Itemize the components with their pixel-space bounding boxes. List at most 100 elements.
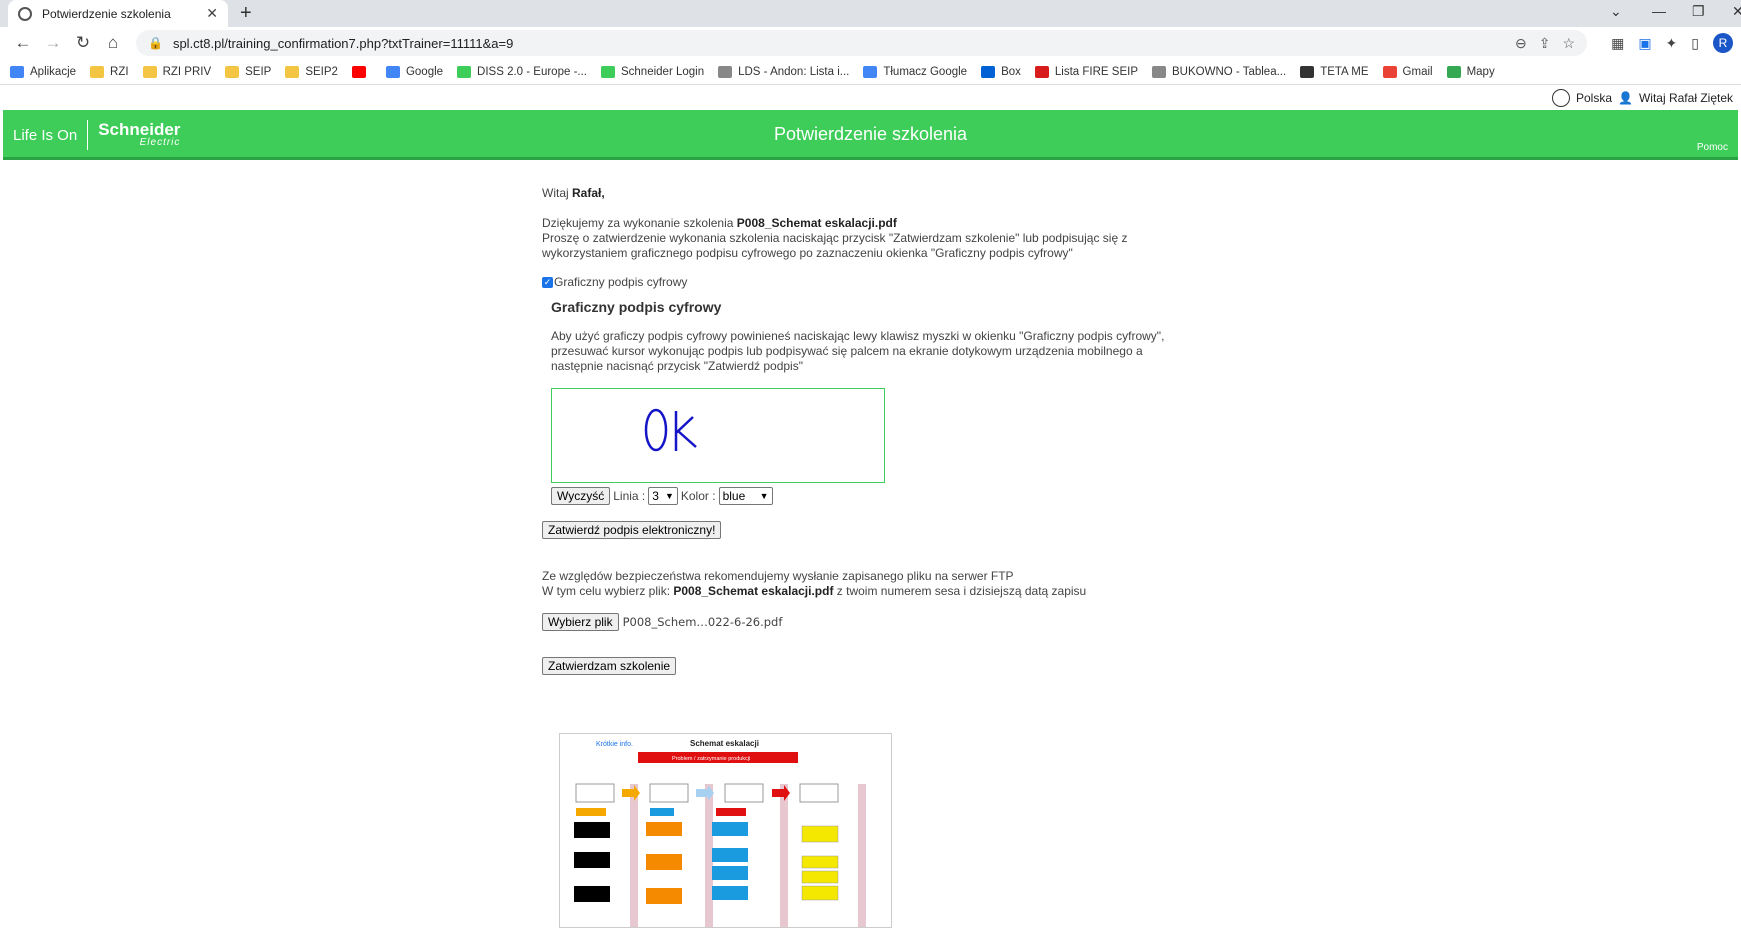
file-picker: Wybierz plik P008_Schem…022-6-26.pdf: [542, 613, 1182, 631]
chevron-down-icon[interactable]: ⌄: [1610, 3, 1622, 20]
digital-signature-checkbox[interactable]: ✓: [542, 276, 553, 288]
clear-button[interactable]: Wyczyść: [551, 487, 611, 505]
bookmark-icon: [457, 65, 472, 78]
bookmark-item[interactable]: Schneider Login: [600, 65, 704, 78]
sidepanel-icon[interactable]: ▯: [1691, 35, 1699, 52]
extension-icon[interactable]: ▦: [1611, 35, 1624, 52]
bookmark-item[interactable]: SEIP2: [285, 65, 338, 78]
window-close-button[interactable]: ✕: [1732, 3, 1741, 20]
preview-box: [650, 808, 674, 816]
bookmark-icon: [1034, 65, 1049, 78]
bookmark-icon: [285, 65, 300, 78]
bookmark-item[interactable]: LDS - Andon: Lista i...: [718, 65, 849, 78]
bookmark-item[interactable]: BUKOWNO - Tablea...: [1152, 65, 1287, 78]
line-label: Linia :: [613, 489, 646, 503]
globe-icon[interactable]: [1551, 88, 1570, 107]
color-select[interactable]: blue ▼: [718, 487, 773, 505]
help-link[interactable]: Pomoc: [1697, 142, 1728, 153]
preview-title: Schemat eskalacji: [690, 739, 759, 748]
bookmark-item[interactable]: Box: [981, 65, 1021, 78]
preview-box: [801, 870, 839, 884]
preview-box: [646, 888, 682, 904]
confirm-training-button[interactable]: Zatwierdzam szkolenie: [542, 657, 677, 675]
preview-column: [858, 784, 866, 927]
bookmark-item[interactable]: TETA ME: [1300, 65, 1369, 78]
preview-box: [799, 783, 839, 803]
bookmark-label: Mapy: [1466, 65, 1495, 78]
bookmark-item[interactable]: SEIP: [225, 65, 271, 78]
preview-column: [630, 784, 638, 927]
bookmark-label: DISS 2.0 - Europe -...: [477, 65, 587, 78]
browser-tab-strip: Potwierdzenie szkolenia ✕ + ⌄ — ❐ ✕: [0, 0, 1741, 27]
document-preview[interactable]: Krótkie info. Schemat eskalacji Problem …: [559, 733, 892, 928]
bookmark-item[interactable]: RZI PRIV: [142, 65, 212, 78]
preview-box: [574, 886, 610, 902]
bookmark-label: Lista FIRE SEIP: [1054, 65, 1138, 78]
bookmark-label: BUKOWNO - Tablea...: [1172, 65, 1287, 78]
zoom-icon[interactable]: ⊖: [1515, 35, 1527, 52]
bookmark-item[interactable]: DISS 2.0 - Europe -...: [457, 65, 587, 78]
browser-tab[interactable]: Potwierdzenie szkolenia ✕: [8, 0, 228, 27]
ftp-instruction: W tym celu wybierz plik: P008_Schemat es…: [542, 584, 1087, 598]
new-tab-button[interactable]: +: [240, 2, 252, 25]
bookmark-item[interactable]: RZI: [90, 65, 129, 78]
language-link[interactable]: Polska: [1576, 91, 1612, 105]
ftp-recommendation: Ze względów bezpieczeństwa rekomendujemy…: [542, 569, 1014, 583]
bookmark-item[interactable]: Tłumacz Google: [863, 65, 968, 78]
close-icon[interactable]: ✕: [206, 5, 218, 22]
bookmark-icon: [385, 65, 400, 78]
site-header: Life Is On Schneider Electric Potwierdze…: [3, 110, 1738, 160]
training-file-name: P008_Schemat eskalacji.pdf: [736, 216, 897, 230]
bookmark-item[interactable]: Gmail: [1382, 65, 1433, 78]
bookmark-label: Tłumacz Google: [883, 65, 968, 78]
confirm-signature-button[interactable]: Zatwierdź podpis elektroniczny!: [542, 521, 722, 539]
preview-box: [649, 783, 689, 803]
greeting-line: Witaj Rafał,: [542, 186, 605, 200]
lock-icon[interactable]: 🔒: [148, 36, 163, 50]
extension-icon-2[interactable]: ▣: [1638, 35, 1651, 52]
signature-instruction: Aby użyć graficzy podpis cyfrowy powinie…: [551, 329, 1165, 373]
forward-button[interactable]: →: [38, 33, 68, 53]
bookmark-label: RZI: [110, 65, 129, 78]
preview-box: [712, 848, 748, 862]
bookmark-icon: [10, 65, 24, 78]
bookmark-item[interactable]: Mapy: [1446, 65, 1495, 78]
user-bar: Polska 👤 Witaj Rafał Ziętek: [0, 85, 1741, 110]
share-icon[interactable]: ⇪: [1539, 35, 1551, 52]
line-width-select[interactable]: 3 ▼: [648, 487, 678, 505]
signature-title: Graficzny podpis cyfrowy: [551, 299, 722, 315]
bookmark-label: TETA ME: [1320, 65, 1369, 78]
profile-avatar[interactable]: R: [1713, 33, 1733, 53]
preview-box: [716, 808, 746, 816]
home-button[interactable]: ⌂: [98, 33, 128, 53]
preview-box: [646, 854, 682, 870]
star-icon[interactable]: ☆: [1563, 35, 1576, 52]
greeting-name: Rafał,: [572, 186, 605, 200]
tab-title: Potwierdzenie szkolenia: [42, 6, 171, 21]
escalation-diagram: Krótkie info. Schemat eskalacji Problem …: [574, 739, 866, 927]
user-icon: 👤: [1618, 90, 1633, 105]
page-title: Potwierdzenie szkolenia: [773, 124, 968, 144]
digital-signature-checkbox-row: ✓ Graficzny podpis cyfrowy: [542, 275, 1182, 289]
choose-file-button[interactable]: Wybierz plik: [542, 613, 619, 631]
bookmark-icon: [1152, 65, 1166, 78]
minimize-button[interactable]: —: [1652, 3, 1666, 19]
preview-box: [712, 822, 748, 836]
bookmark-item[interactable]: [351, 65, 372, 78]
globe-icon: [18, 6, 32, 21]
bookmark-label: SEIP2: [305, 65, 338, 78]
restore-button[interactable]: ❐: [1692, 3, 1705, 20]
signature-canvas[interactable]: [551, 388, 885, 483]
bookmark-item[interactable]: Aplikacje: [10, 65, 76, 78]
bookmark-item[interactable]: Google: [385, 65, 443, 78]
reload-button[interactable]: ↻: [68, 33, 98, 53]
back-button[interactable]: ←: [8, 33, 38, 53]
bookmark-item[interactable]: Lista FIRE SEIP: [1034, 65, 1138, 78]
user-greeting[interactable]: Witaj Rafał Ziętek: [1639, 91, 1733, 105]
preview-corner-label: Krótkie info.: [596, 741, 633, 748]
bookmark-label: RZI PRIV: [162, 65, 212, 78]
url-bar[interactable]: 🔒 spl.ct8.pl/training_confirmation7.php?…: [136, 30, 1588, 56]
puzzle-icon[interactable]: ✦: [1666, 35, 1678, 52]
chevron-down-icon: ▼: [664, 491, 674, 501]
checkbox-label[interactable]: Graficzny podpis cyfrowy: [554, 275, 687, 289]
